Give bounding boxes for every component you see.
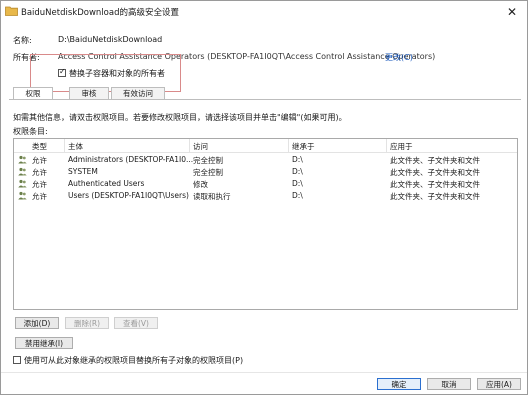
row-applies-to: 此文件夹、子文件夹和文件 bbox=[390, 156, 480, 165]
info-text: 如需其他信息，请双击权限项目。若要修改权限项目，请选择该项目并单击"编辑"(如果… bbox=[13, 113, 347, 122]
title-bar: BaiduNetdiskDownload的高级安全设置 ✕ bbox=[1, 1, 527, 23]
table-row[interactable]: 允许 Users (DESKTOP-FA1I0QT\Users) 读取和执行 D… bbox=[14, 190, 517, 202]
view-button[interactable]: 查看(V) bbox=[114, 317, 158, 329]
cancel-button[interactable]: 取消 bbox=[427, 378, 471, 390]
header-applies-to[interactable]: 应用于 bbox=[390, 141, 413, 152]
row-applies-to: 此文件夹、子文件夹和文件 bbox=[390, 192, 480, 201]
row-access: 读取和执行 bbox=[193, 192, 231, 201]
replace-child-permissions-label: 使用可从此对象继承的权限项目替换所有子对象的权限项目(P) bbox=[24, 356, 244, 365]
window-title: BaiduNetdiskDownload的高级安全设置 bbox=[21, 8, 179, 18]
header-divider[interactable] bbox=[288, 139, 289, 152]
row-principal: Administrators (DESKTOP-FA1I0... bbox=[68, 155, 194, 164]
checkmark-icon: ✓ bbox=[59, 67, 66, 76]
footer-divider bbox=[1, 372, 527, 373]
row-applies-to: 此文件夹、子文件夹和文件 bbox=[390, 180, 480, 189]
header-inherited[interactable]: 继承于 bbox=[292, 141, 315, 152]
row-type: 允许 bbox=[32, 180, 47, 189]
remove-button[interactable]: 删除(R) bbox=[65, 317, 109, 329]
row-principal: Users (DESKTOP-FA1I0QT\Users) bbox=[68, 191, 189, 200]
replace-owner-label: 替换子容器和对象的所有者 bbox=[69, 69, 165, 78]
row-inherited: D:\ bbox=[292, 179, 303, 188]
ok-button[interactable]: 确定 bbox=[377, 378, 421, 390]
tab-effective-access[interactable]: 有效访问 bbox=[111, 87, 165, 99]
users-icon bbox=[18, 179, 27, 188]
header-divider[interactable] bbox=[386, 139, 387, 152]
close-icon[interactable]: ✕ bbox=[505, 5, 519, 19]
replace-child-permissions-checkbox[interactable] bbox=[13, 356, 21, 364]
row-principal: SYSTEM bbox=[68, 167, 98, 176]
tab-divider bbox=[9, 99, 521, 100]
row-applies-to: 此文件夹、子文件夹和文件 bbox=[390, 168, 480, 177]
users-icon bbox=[18, 155, 27, 164]
row-type: 允许 bbox=[32, 192, 47, 201]
table-row[interactable]: 允许 SYSTEM 完全控制 D:\ 此文件夹、子文件夹和文件 bbox=[14, 166, 517, 178]
header-divider[interactable] bbox=[64, 139, 65, 152]
row-type: 允许 bbox=[32, 156, 47, 165]
header-access[interactable]: 访问 bbox=[193, 141, 208, 152]
permission-entries-list[interactable]: 类型 主体 访问 继承于 应用于 允许 Administrators (DESK… bbox=[13, 138, 518, 310]
row-inherited: D:\ bbox=[292, 155, 303, 164]
header-principal[interactable]: 主体 bbox=[68, 141, 83, 152]
change-owner-link[interactable]: 更改(C) bbox=[385, 52, 413, 63]
row-inherited: D:\ bbox=[292, 191, 303, 200]
row-access: 修改 bbox=[193, 180, 208, 189]
disable-inheritance-button[interactable]: 禁用继承(I) bbox=[15, 337, 73, 349]
header-divider[interactable] bbox=[189, 139, 190, 152]
header-type[interactable]: 类型 bbox=[32, 141, 47, 152]
users-icon bbox=[18, 167, 27, 176]
name-label: 名称: bbox=[13, 36, 32, 45]
name-value: D:\BaiduNetdiskDownload bbox=[58, 35, 163, 44]
table-row[interactable]: 允许 Authenticated Users 修改 D:\ 此文件夹、子文件夹和… bbox=[14, 178, 517, 190]
entries-label: 权限条目: bbox=[13, 127, 48, 136]
row-principal: Authenticated Users bbox=[68, 179, 145, 188]
row-inherited: D:\ bbox=[292, 167, 303, 176]
row-access: 完全控制 bbox=[193, 156, 223, 165]
apply-button[interactable]: 应用(A) bbox=[477, 378, 521, 390]
folder-icon bbox=[5, 6, 18, 16]
row-access: 完全控制 bbox=[193, 168, 223, 177]
list-header: 类型 主体 访问 继承于 应用于 bbox=[14, 139, 517, 153]
users-icon bbox=[18, 191, 27, 200]
add-button[interactable]: 添加(D) bbox=[15, 317, 59, 329]
row-type: 允许 bbox=[32, 168, 47, 177]
tab-auditing[interactable]: 审核 bbox=[69, 87, 109, 99]
replace-owner-checkbox[interactable]: ✓ bbox=[58, 67, 66, 77]
security-dialog: BaiduNetdiskDownload的高级安全设置 ✕ 名称: D:\Bai… bbox=[0, 0, 528, 395]
table-row[interactable]: 允许 Administrators (DESKTOP-FA1I0... 完全控制… bbox=[14, 154, 517, 166]
